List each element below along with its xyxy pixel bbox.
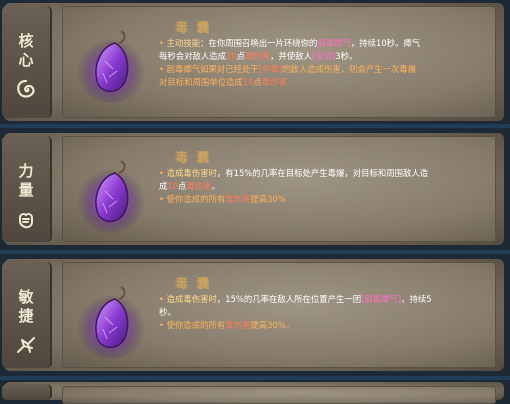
description-segment: 3秒。: [335, 51, 358, 61]
description-segment: •: [159, 294, 167, 304]
swirl-icon: [17, 79, 35, 98]
description-segment: 剧毒瘴气如果对已经处于: [166, 64, 259, 74]
description-segment: •: [159, 168, 167, 178]
talent-title: 毒 囊: [175, 21, 212, 36]
description-line: 对目标和周围单位造成16点毒伤害: [159, 76, 489, 89]
description-line: • 造成毒伤害时，15%的几率在敌人所在位置产生一团[剧毒瘴气]，持续5: [159, 293, 489, 306]
description-segment: ，持续10秒。瘴气: [350, 38, 421, 48]
description-segment: 使你造成的所有: [166, 320, 226, 330]
description-segment: ，并使敌人: [270, 51, 313, 61]
description-segment: ，15%的几率在敌人所在位置产生一团: [216, 294, 362, 304]
description-line: 每秒会对敌人造成20点毒伤害，并使敌人[衰弱]3秒。: [159, 50, 489, 63]
category-tab-agility[interactable]: 敏 捷: [2, 262, 52, 368]
talent-panel-strength: 力 量 毒 囊 • 造成毒伤害时，有15%的几率在目标处产生毒爆，对目标和周围敌…: [0, 130, 510, 248]
description-segment: 10: [167, 181, 179, 191]
description-segment: 造成毒伤害时: [166, 294, 217, 304]
fist-icon: [19, 213, 33, 229]
talent-panel-agility: 敏 捷 毒 囊 • 造成毒伤害时，15%的几率在敌人所在位置产生一团[剧毒瘴气]…: [0, 256, 510, 374]
description-segment: 毒伤害: [225, 194, 251, 204]
description-segment: [剧毒瘴气]: [361, 294, 402, 304]
talent-description: • 造成毒伤害时，15%的几率在敌人所在位置产生一团[剧毒瘴气]，持续5 秒。 •…: [159, 293, 489, 332]
description-segment: ，有15%的几率在目标处产生毒爆，对目标和周围敌人造: [216, 168, 429, 178]
category-tab-partial[interactable]: [2, 384, 52, 400]
description-segment: 毒伤害: [225, 320, 251, 330]
description-segment: 造成毒伤害时: [166, 168, 217, 178]
description-line: • 主动技能：在你周围召唤出一片环绕你的剧毒瘴气，持续10秒。瘴气: [159, 37, 489, 50]
description-segment: 剧毒瘴气: [317, 38, 351, 48]
category-char: 力: [18, 162, 34, 180]
description-segment: •: [159, 320, 167, 330]
talent-card[interactable]: 毒 囊 • 造成毒伤害时，有15%的几率在目标处产生毒爆，对目标和周围敌人造 成…: [62, 136, 496, 242]
description-segment: [中毒]: [258, 64, 283, 74]
description-segment: 的敌人造成伤害，则会产生一次毒爆: [282, 64, 417, 74]
description-segment: 毒伤害: [245, 51, 271, 61]
description-line: • 造成毒伤害时，有15%的几率在目标处产生毒爆，对目标和周围敌人造: [159, 167, 489, 180]
talent-title: 毒 囊: [175, 151, 212, 166]
talent-card[interactable]: [62, 386, 496, 404]
description-line: 秒。: [159, 306, 489, 319]
description-line: • 使你造成的所有毒伤害提高30%: [159, 193, 489, 206]
description-segment: [衰弱]: [312, 51, 336, 61]
description-segment: 秒。: [159, 307, 176, 317]
description-segment: 提高30%。: [250, 320, 295, 330]
agility-icon: [17, 337, 35, 353]
description-segment: 提高30%: [250, 194, 286, 204]
description-segment: •: [159, 38, 167, 48]
description-segment: ：在你周围召唤出一片环绕你的: [200, 38, 318, 48]
talent-panel-core: 核 心 毒 囊 • 主动技能：在你周围召唤出一片环绕你的剧毒瘴气，持续10秒。瘴…: [0, 0, 510, 124]
talent-title: 毒 囊: [175, 277, 212, 292]
category-tab-core[interactable]: 核 心: [2, 6, 52, 118]
poison-sac-icon: [77, 160, 145, 233]
description-segment: 使你造成的所有: [166, 194, 226, 204]
talent-description: • 主动技能：在你周围召唤出一片环绕你的剧毒瘴气，持续10秒。瘴气 每秒会对敌人造…: [159, 37, 489, 89]
talent-panel-partial: [0, 380, 510, 404]
description-segment: 主动技能: [166, 38, 201, 48]
description-segment: •: [159, 64, 167, 74]
description-line: • 使你造成的所有毒伤害提高30%。: [159, 319, 489, 332]
talent-card[interactable]: 毒 囊 • 造成毒伤害时，15%的几率在敌人所在位置产生一团[剧毒瘴气]，持续5…: [62, 262, 496, 368]
panel-divider: [0, 124, 510, 128]
description-segment: 16: [242, 77, 254, 87]
description-segment: 点: [236, 51, 246, 61]
category-char: 量: [18, 181, 34, 199]
talent-card[interactable]: 毒 囊 • 主动技能：在你周围召唤出一片环绕你的剧毒瘴气，持续10秒。瘴气 每秒会…: [62, 6, 496, 118]
description-segment: ，持续5: [401, 294, 432, 304]
description-segment: •: [159, 194, 167, 204]
category-char: 核: [18, 32, 34, 50]
description-line: • 剧毒瘴气如果对已经处于[中毒]的敌人造成伤害，则会产生一次毒爆: [159, 63, 489, 76]
description-line: 成10点毒伤害。: [159, 180, 489, 193]
description-segment: 每秒会对敌人造成: [159, 51, 226, 61]
category-char: 心: [18, 51, 34, 69]
description-segment: 对目标和周围单位造成: [159, 77, 243, 87]
category-char: 捷: [18, 307, 34, 325]
description-segment: 毒伤害: [186, 181, 212, 191]
category-char: 敏: [18, 288, 34, 306]
description-segment: 。: [211, 181, 220, 191]
description-segment: 点: [253, 77, 262, 87]
poison-sac-icon: [77, 30, 145, 103]
talent-description: • 造成毒伤害时，有15%的几率在目标处产生毒爆，对目标和周围敌人造 成10点毒…: [159, 167, 489, 206]
description-segment: 毒伤害: [261, 77, 287, 87]
poison-sac-icon: [77, 286, 145, 359]
panel-divider: [0, 250, 510, 254]
description-segment: 20: [226, 51, 237, 61]
category-tab-strength[interactable]: 力 量: [2, 136, 52, 242]
